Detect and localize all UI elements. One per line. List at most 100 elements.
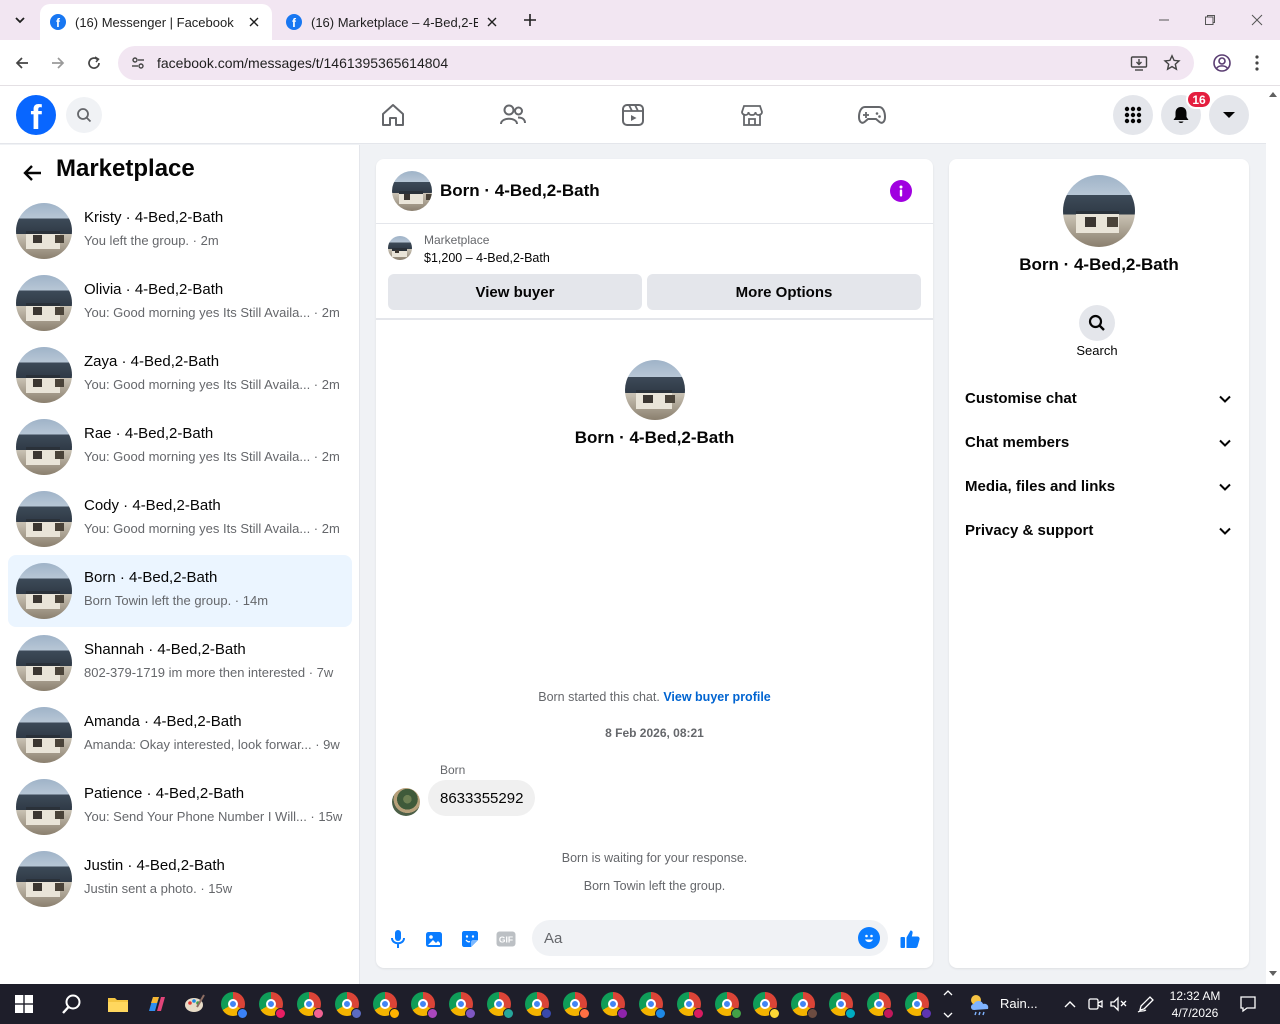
url-text[interactable]: facebook.com/messages/t/1461395365614804 bbox=[157, 55, 448, 71]
message-input[interactable] bbox=[544, 920, 844, 956]
info-avatar[interactable] bbox=[1063, 175, 1135, 247]
back-arrow-icon[interactable] bbox=[10, 51, 34, 75]
facebook-logo-icon[interactable]: f bbox=[16, 95, 56, 135]
forward-arrow-icon[interactable] bbox=[46, 51, 70, 75]
weather-rain-icon[interactable] bbox=[966, 990, 994, 1018]
conversation-item[interactable]: Zaya · 4-Bed,2-Bath You: Good morning ye… bbox=[8, 339, 352, 411]
windows-start-icon[interactable] bbox=[10, 990, 38, 1018]
view-buyer-profile-link[interactable]: View buyer profile bbox=[663, 690, 770, 704]
browser-menu-icon[interactable] bbox=[1245, 51, 1269, 75]
facebook-search-icon[interactable] bbox=[66, 97, 102, 133]
chrome-profile-icon[interactable] bbox=[295, 990, 324, 1019]
scroll-down-arrow-icon[interactable] bbox=[1269, 970, 1277, 978]
chrome-profile-icon[interactable] bbox=[409, 990, 438, 1019]
home-icon[interactable] bbox=[378, 100, 408, 130]
customise-chat-section[interactable]: Customise chat bbox=[957, 379, 1241, 419]
chrome-profile-icon[interactable] bbox=[713, 990, 742, 1019]
chat-title[interactable]: Born · 4-Bed,2-Bath bbox=[440, 181, 600, 201]
tab-close-icon[interactable] bbox=[246, 14, 262, 30]
pen-workspace-icon[interactable] bbox=[1136, 994, 1156, 1014]
chat-avatar[interactable] bbox=[392, 171, 432, 211]
chrome-profile-icon[interactable] bbox=[675, 990, 704, 1019]
taskbar-overflow-chevrons-icon[interactable] bbox=[938, 986, 958, 1022]
chrome-profile-icon[interactable] bbox=[865, 990, 894, 1019]
conversation-item[interactable]: Amanda · 4-Bed,2-Bath Amanda: Okay inter… bbox=[8, 699, 352, 771]
listing-price[interactable]: $1,200 – 4-Bed,2-Bath bbox=[424, 251, 550, 265]
conversation-item[interactable]: Cody · 4-Bed,2-Bath You: Good morning ye… bbox=[8, 483, 352, 555]
minimize-icon[interactable] bbox=[1154, 10, 1174, 30]
back-arrow-icon[interactable] bbox=[18, 159, 46, 187]
volume-muted-icon[interactable] bbox=[1108, 994, 1128, 1014]
gaming-icon[interactable] bbox=[857, 100, 887, 130]
conversation-item[interactable]: Shannah · 4-Bed,2-Bath 802-379-1719 im m… bbox=[8, 627, 352, 699]
reload-icon[interactable] bbox=[82, 51, 106, 75]
chrome-profile-icon[interactable] bbox=[789, 990, 818, 1019]
taskbar-clock[interactable]: 12:32 AM 4/7/2026 bbox=[1160, 988, 1230, 1022]
search-label[interactable]: Search bbox=[1047, 343, 1147, 358]
meet-now-icon[interactable] bbox=[1085, 994, 1105, 1014]
taskbar-search-icon[interactable] bbox=[58, 990, 86, 1018]
tab-search-chevron-icon[interactable] bbox=[8, 8, 32, 32]
conversation-item-selected[interactable]: Born · 4-Bed,2-Bath Born Towin left the … bbox=[8, 555, 352, 627]
chrome-profile-icon[interactable] bbox=[485, 990, 514, 1019]
weather-label[interactable]: Rain... bbox=[1000, 996, 1038, 1011]
photo-attach-icon[interactable] bbox=[422, 927, 446, 951]
more-options-button[interactable]: More Options bbox=[647, 274, 921, 310]
info-icon[interactable] bbox=[890, 180, 912, 202]
chrome-profile-icon[interactable] bbox=[523, 990, 552, 1019]
listing-thumbnail[interactable] bbox=[388, 236, 412, 260]
search-in-chat-icon[interactable] bbox=[1079, 305, 1115, 341]
conversation-item[interactable]: Patience · 4-Bed,2-Bath You: Send Your P… bbox=[8, 771, 352, 843]
install-app-icon[interactable] bbox=[1129, 53, 1149, 73]
chrome-profile-icon[interactable] bbox=[333, 990, 362, 1019]
chrome-profile-icon[interactable] bbox=[827, 990, 856, 1019]
thumbs-up-icon[interactable] bbox=[898, 927, 922, 951]
account-dropdown-icon[interactable] bbox=[1209, 95, 1249, 135]
microphone-icon[interactable] bbox=[386, 927, 410, 951]
friends-icon[interactable] bbox=[498, 100, 528, 130]
message-bubble[interactable]: 8633355292 bbox=[428, 780, 536, 816]
chrome-profile-icon[interactable] bbox=[903, 990, 932, 1019]
view-buyer-button[interactable]: View buyer bbox=[388, 274, 642, 310]
page-scrollbar[interactable] bbox=[1266, 86, 1280, 984]
new-tab-plus-icon[interactable] bbox=[519, 9, 541, 31]
bookmark-star-icon[interactable] bbox=[1162, 53, 1182, 73]
chrome-profile-icon[interactable] bbox=[257, 990, 286, 1019]
paint-icon[interactable] bbox=[180, 990, 208, 1018]
tab-close-icon[interactable] bbox=[484, 14, 500, 30]
chat-members-section[interactable]: Chat members bbox=[957, 423, 1241, 463]
intro-avatar[interactable] bbox=[625, 360, 685, 420]
media-files-links-section[interactable]: Media, files and links bbox=[957, 467, 1241, 507]
site-info-icon[interactable] bbox=[126, 51, 150, 75]
address-bar[interactable]: facebook.com/messages/t/1461395365614804 bbox=[118, 46, 1194, 80]
chrome-profile-icon[interactable] bbox=[371, 990, 400, 1019]
chrome-profile-icon[interactable] bbox=[561, 990, 590, 1019]
marketplace-icon[interactable] bbox=[737, 100, 767, 130]
scroll-up-arrow-icon[interactable] bbox=[1269, 90, 1277, 98]
chrome-profile-icon[interactable] bbox=[751, 990, 780, 1019]
video-icon[interactable] bbox=[618, 100, 648, 130]
conversation-item[interactable]: Olivia · 4-Bed,2-Bath You: Good morning … bbox=[8, 267, 352, 339]
gif-icon[interactable]: GIF bbox=[494, 927, 518, 951]
tab-marketplace[interactable]: f (16) Marketplace – 4-Bed,2-Bath bbox=[276, 4, 510, 40]
chrome-profile-icon[interactable] bbox=[219, 990, 248, 1019]
copilot-icon[interactable] bbox=[142, 990, 170, 1018]
close-window-icon[interactable] bbox=[1247, 10, 1267, 30]
chrome-profile-icon[interactable] bbox=[637, 990, 666, 1019]
notification-center-icon[interactable] bbox=[1238, 994, 1258, 1014]
show-hidden-icons-icon[interactable] bbox=[1060, 994, 1080, 1014]
emoji-icon[interactable] bbox=[858, 927, 880, 949]
profile-icon[interactable] bbox=[1210, 51, 1234, 75]
sender-avatar[interactable] bbox=[392, 788, 420, 816]
menu-grid-icon[interactable] bbox=[1113, 95, 1153, 135]
restore-icon[interactable] bbox=[1200, 10, 1220, 30]
conversation-item[interactable]: Kristy · 4-Bed,2-Bath You left the group… bbox=[8, 195, 352, 267]
chrome-profile-icon[interactable] bbox=[599, 990, 628, 1019]
chrome-profile-icon[interactable] bbox=[447, 990, 476, 1019]
conversation-item[interactable]: Justin · 4-Bed,2-Bath Justin sent a phot… bbox=[8, 843, 352, 915]
conversation-item[interactable]: Rae · 4-Bed,2-Bath You: Good morning yes… bbox=[8, 411, 352, 483]
sticker-icon[interactable] bbox=[458, 927, 482, 951]
tab-messenger[interactable]: f (16) Messenger | Facebook bbox=[40, 4, 272, 40]
file-explorer-icon[interactable] bbox=[104, 990, 132, 1018]
privacy-support-section[interactable]: Privacy & support bbox=[957, 511, 1241, 551]
